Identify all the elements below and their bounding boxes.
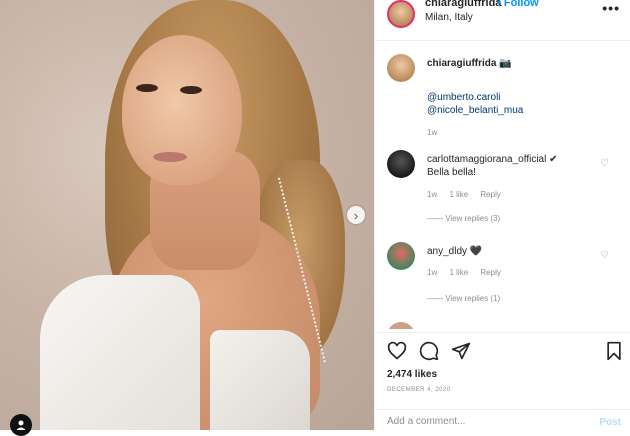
- view-replies-button[interactable]: —— View replies (1): [427, 294, 500, 303]
- comment-icon[interactable]: [419, 341, 439, 367]
- photo-lips: [153, 152, 187, 162]
- view-replies-button[interactable]: —— View replies (3): [427, 214, 500, 223]
- heart-icon[interactable]: ♡: [600, 158, 609, 169]
- post-side-panel: chiaragiuffrida • Follow Milan, Italy ••…: [374, 0, 630, 430]
- avatar[interactable]: [387, 322, 415, 329]
- comment-username[interactable]: chiaragiuffrida 📷: [427, 58, 512, 69]
- share-icon[interactable]: [451, 341, 471, 367]
- tagged-user-icon[interactable]: [10, 414, 32, 436]
- reply-button[interactable]: Reply: [480, 190, 500, 199]
- photo-face: [122, 35, 242, 185]
- paper-plane-icon: [451, 342, 471, 360]
- likes-count[interactable]: 2,474 likes: [387, 369, 437, 380]
- avatar[interactable]: [387, 150, 415, 178]
- comment-meta: 1w 1 like Reply: [427, 268, 511, 277]
- post-actions: 2,474 likes DECEMBER 4, 2020 Post: [375, 332, 630, 431]
- next-photo-button[interactable]: ›: [347, 206, 365, 224]
- reply-button[interactable]: Reply: [480, 268, 500, 277]
- heart-icon[interactable]: ♡: [600, 250, 609, 261]
- comment-likes[interactable]: 1 like: [449, 190, 468, 199]
- comment-text: Bella bella!: [427, 167, 476, 178]
- post-button[interactable]: Post: [599, 417, 621, 428]
- comment-time: 1w: [427, 190, 438, 199]
- comment-username[interactable]: any_dldy 🖤: [427, 246, 482, 257]
- mention-link[interactable]: @nicole_belanti_mua: [427, 105, 523, 116]
- comment-meta: 1w 1 like Reply: [427, 190, 511, 199]
- follow-button[interactable]: • Follow: [497, 0, 539, 9]
- bookmark-icon[interactable]: [605, 341, 623, 367]
- photo-eye: [180, 86, 202, 94]
- avatar[interactable]: [387, 54, 415, 82]
- person-icon: [16, 420, 26, 430]
- comment-time: 1w: [427, 128, 438, 137]
- comment-likes[interactable]: 1 like: [449, 268, 468, 277]
- photo-dress: [40, 275, 200, 430]
- post-date: DECEMBER 4, 2020: [387, 387, 451, 393]
- comment-username[interactable]: carlottamaggiorana_official ✔: [427, 154, 558, 165]
- chevron-right-icon: ›: [353, 207, 359, 223]
- location-link[interactable]: Milan, Italy: [425, 12, 473, 23]
- post-header: chiaragiuffrida • Follow Milan, Italy ••…: [375, 0, 630, 41]
- save-bookmark-icon: [607, 341, 621, 361]
- comment-time: 1w: [427, 268, 438, 277]
- comment-input[interactable]: [387, 416, 577, 427]
- speech-bubble-icon: [419, 341, 439, 361]
- photo-eye: [136, 84, 158, 92]
- more-dots-icon[interactable]: •••: [602, 0, 620, 16]
- avatar[interactable]: [387, 242, 415, 270]
- comments-list[interactable]: chiaragiuffrida 📷 @umberto.caroli @nicol…: [375, 44, 630, 329]
- author-username[interactable]: chiaragiuffrida: [425, 0, 501, 9]
- mention-link[interactable]: @umberto.caroli: [427, 92, 501, 103]
- heart-outline-icon: [387, 341, 407, 360]
- avatar[interactable]: [387, 0, 415, 28]
- post-photo[interactable]: [0, 0, 374, 430]
- add-comment-bar: Post: [375, 409, 630, 432]
- heart-icon[interactable]: [387, 341, 407, 367]
